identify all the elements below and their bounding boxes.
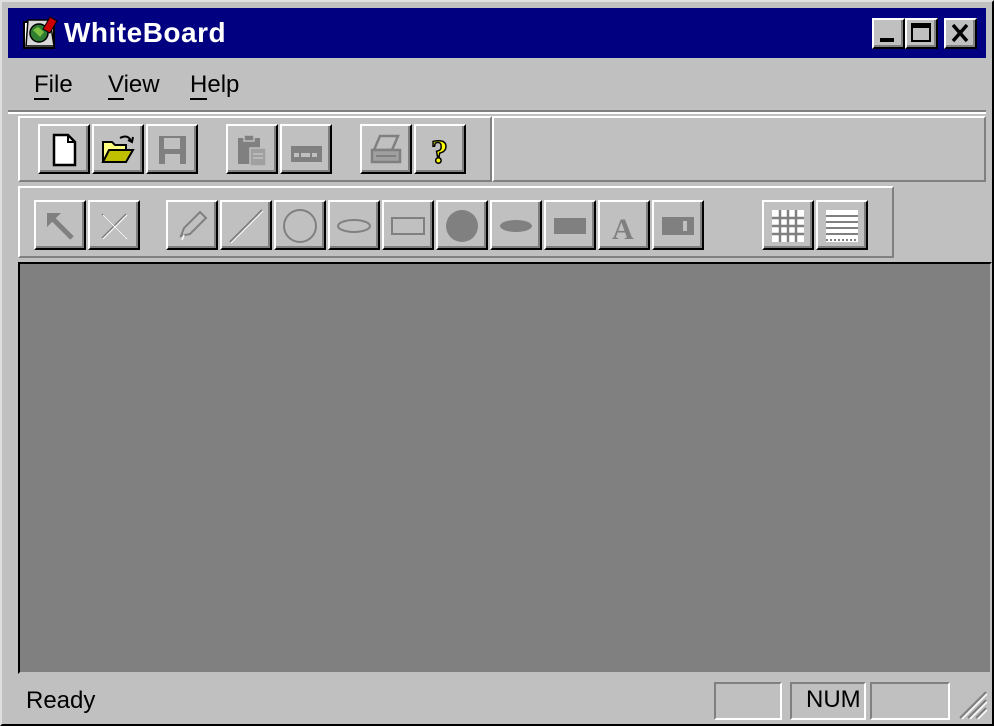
ellipse-outline-icon (337, 219, 371, 233)
filled-rectangle-tool-button[interactable] (544, 200, 596, 250)
pen-tool-button[interactable] (166, 200, 218, 250)
new-button[interactable] (38, 124, 90, 174)
drawing-canvas[interactable] (18, 262, 992, 674)
textbox-tool-button[interactable] (652, 200, 704, 250)
keyboard-icon (291, 146, 322, 162)
main-toolbar-empty-area (492, 116, 986, 182)
main-toolbar: ? (18, 116, 492, 182)
menu-bar: File View Help (8, 60, 986, 110)
window-title: WhiteBoard (64, 17, 227, 48)
whiteboard-window: WhiteBoard File View Help ? A Ready NUM (0, 0, 994, 726)
question-mark-icon: ? (430, 133, 449, 168)
filled-rectangle-icon (554, 218, 586, 234)
printer-icon (370, 134, 402, 164)
menu-view-accelerator: V (108, 71, 124, 100)
menu-file-label: ile (48, 71, 73, 98)
textbox-icon (662, 217, 694, 235)
menu-view[interactable]: View (108, 70, 160, 100)
filled-ellipse-icon (500, 220, 532, 232)
menu-help[interactable]: Help (190, 70, 239, 100)
paste-special-button[interactable] (280, 124, 332, 174)
maximize-button[interactable] (905, 18, 938, 49)
menu-view-label: iew (123, 71, 160, 98)
menu-file[interactable]: File (34, 70, 73, 100)
svg-text:A: A (612, 213, 634, 244)
menu-separator (8, 110, 986, 114)
status-text: Ready (26, 687, 96, 714)
line-tool-button[interactable] (220, 200, 272, 250)
pencil-icon (179, 210, 208, 241)
filled-circle-icon (446, 210, 478, 242)
select-tool-button[interactable] (34, 200, 86, 250)
paste-button[interactable] (226, 124, 278, 174)
title-bar[interactable]: WhiteBoard (8, 8, 986, 58)
menu-help-accelerator: H (190, 71, 208, 100)
status-pane-num: NUM (790, 682, 866, 720)
svg-text:?: ? (431, 134, 448, 168)
status-pane-scroll (870, 682, 950, 720)
delete-x-icon (101, 213, 128, 240)
status-bar: Ready NUM (8, 678, 992, 722)
whiteboard-app-icon (23, 16, 58, 49)
save-button[interactable] (146, 124, 198, 174)
drawing-toolbar: A (18, 186, 894, 258)
paste-icon (238, 134, 267, 167)
close-button[interactable] (944, 18, 977, 49)
help-button[interactable]: ? (414, 124, 466, 174)
new-document-icon (52, 133, 77, 167)
circle-tool-button[interactable] (274, 200, 326, 250)
text-a-icon: A (612, 213, 634, 244)
lines-button[interactable] (816, 200, 868, 250)
status-pane-caps (714, 682, 782, 720)
rectangle-outline-icon (391, 217, 425, 235)
grid-icon (772, 210, 804, 242)
text-tool-button[interactable]: A (598, 200, 650, 250)
ruled-lines-icon (826, 210, 858, 242)
minimize-button[interactable] (872, 18, 905, 49)
open-button[interactable] (92, 124, 144, 174)
filled-circle-tool-button[interactable] (436, 200, 488, 250)
arrow-pointer-icon (47, 213, 74, 240)
filled-ellipse-tool-button[interactable] (490, 200, 542, 250)
menu-file-accelerator: F (34, 71, 49, 100)
maximize-icon (911, 23, 931, 42)
circle-outline-icon (283, 209, 317, 243)
minimize-icon (880, 38, 894, 42)
ellipse-tool-button[interactable] (328, 200, 380, 250)
delete-tool-button[interactable] (88, 200, 140, 250)
grid-button[interactable] (762, 200, 814, 250)
open-folder-icon (101, 135, 135, 163)
print-button[interactable] (360, 124, 412, 174)
save-disk-icon (159, 136, 186, 164)
resize-grip-icon[interactable] (954, 686, 988, 720)
line-icon (229, 209, 264, 244)
close-icon (951, 23, 969, 43)
menu-help-label: elp (207, 71, 240, 98)
rectangle-tool-button[interactable] (382, 200, 434, 250)
